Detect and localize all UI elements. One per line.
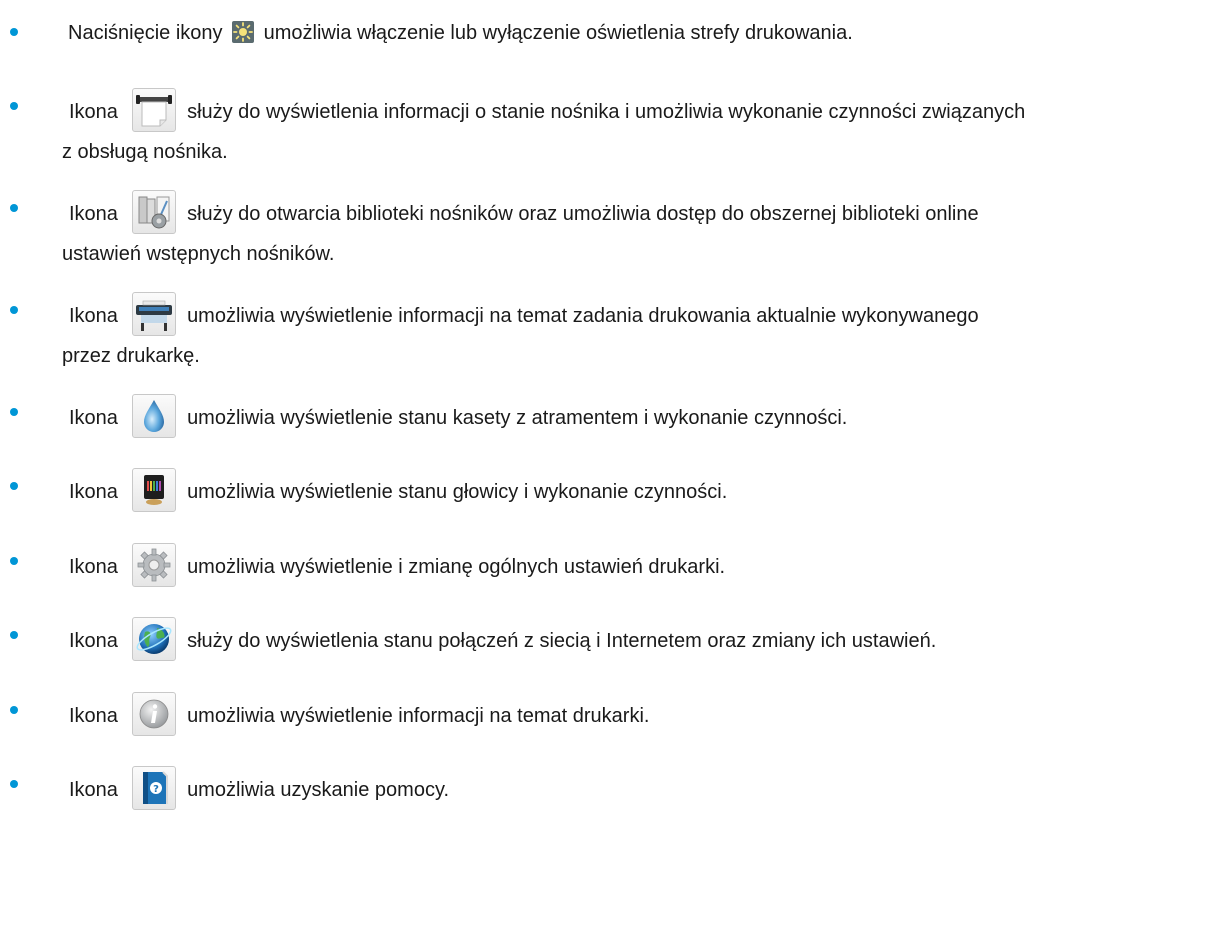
bullet — [10, 306, 18, 314]
bullet — [10, 408, 18, 416]
media-library-icon — [131, 190, 176, 234]
item-text-before: Ikona — [69, 305, 118, 327]
info-icon — [131, 692, 176, 736]
printhead-icon — [131, 468, 176, 512]
item-text-after: umożliwia wyświetlenie i zmianę ogólnych… — [187, 556, 726, 578]
bullet — [10, 706, 18, 714]
item-text-before: Ikona — [69, 101, 118, 123]
item-text-before: Ikona — [69, 556, 118, 578]
bullet — [10, 631, 18, 639]
item-text-after: umożliwia wyświetlenie informacji na tem… — [187, 705, 650, 727]
item-text-after: umożliwia wyświetlenie stanu kasety z at… — [187, 407, 848, 429]
item-text-before: Ikona — [69, 630, 118, 652]
item-text-line2: ustawień wstępnych nośników. — [62, 243, 335, 265]
help-book-icon: ? — [131, 766, 176, 810]
printer-icon — [131, 292, 176, 336]
item-text-line2: przez drukarkę. — [62, 345, 200, 367]
bullet — [10, 102, 18, 110]
item-text-after: umożliwia włączenie lub wyłączenie oświe… — [263, 21, 853, 44]
item-text-after: umożliwia wyświetlenie stanu głowicy i w… — [187, 481, 728, 503]
bullet — [10, 204, 18, 212]
gear-icon — [131, 543, 176, 587]
item-text-before: Ikona — [69, 705, 118, 727]
item-text-line2: z obsługą nośnika. — [62, 141, 228, 163]
item-text-after: umożliwia uzyskanie pomocy. — [187, 779, 450, 801]
bullet — [10, 557, 18, 565]
media-icon — [131, 88, 176, 132]
item-text-before: Ikona — [69, 407, 118, 429]
bullet — [10, 482, 18, 490]
item-text-after: służy do wyświetlenia stanu połączeń z s… — [187, 630, 937, 652]
ink-drop-icon — [131, 394, 176, 438]
item-text-before: Ikona — [69, 481, 118, 503]
item-text-after: służy do otwarcia biblioteki nośników or… — [187, 203, 979, 225]
page: Naciśnięcie ikony umożliwia włączenie lu… — [0, 0, 1209, 948]
item-text-after: umożliwia wyświetlenie informacji na tem… — [187, 305, 979, 327]
item-text-before: Ikona — [69, 203, 118, 225]
globe-icon — [131, 617, 176, 661]
light-icon — [232, 20, 255, 43]
item-text-before: Naciśnięcie ikony — [68, 21, 223, 44]
svg-text:?: ? — [153, 784, 159, 795]
item-text-after: służy do wyświetlenia informacji o stani… — [187, 101, 1026, 123]
bullet — [10, 780, 18, 788]
bullet — [10, 28, 18, 36]
item-text-before: Ikona — [69, 779, 118, 801]
